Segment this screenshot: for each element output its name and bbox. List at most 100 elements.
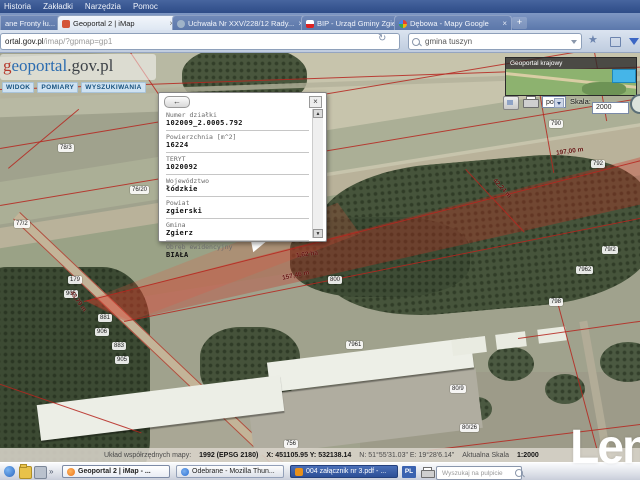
back-arrow-button[interactable]: ← <box>164 96 190 108</box>
address-bar[interactable]: ortal.gov.pl/imap/?gpmap=gp1 <box>0 33 400 50</box>
crs-value: 1992 (EPSG 2180) <box>199 451 259 459</box>
scale-label: Skala: <box>570 97 591 106</box>
building <box>451 335 487 357</box>
field-value: 102009_2.0005.792 <box>166 119 243 127</box>
field-row: Numer działki 102009_2.0005.792 <box>166 109 309 131</box>
tab-bip[interactable]: BIP - Urząd Gminy Zgierz × <box>301 15 401 31</box>
pdf-icon <box>295 467 303 476</box>
toolbar-pomiary[interactable]: POMIARY <box>37 82 79 93</box>
search-icon <box>412 37 420 46</box>
tray-printer-icon[interactable] <box>421 467 435 478</box>
field-value: 1020092 <box>166 163 198 171</box>
tab-uchwala[interactable]: Uchwała Nr XXV/228/12 Rady... × <box>172 15 308 31</box>
tab-label: Dębowa - Mapy Google <box>410 19 489 28</box>
chevron-down-icon[interactable] <box>554 98 564 108</box>
toolbar-wyszukiwania[interactable]: WYSZUKIWANIA <box>81 82 146 93</box>
minimap-forest <box>582 82 626 95</box>
scale-input[interactable] <box>592 101 629 114</box>
logo-body: eoportal <box>11 56 68 75</box>
parcel-label: 800 <box>328 276 343 284</box>
bookmark-star-icon[interactable]: ★ <box>588 33 598 46</box>
print-button[interactable] <box>523 96 539 108</box>
quicklaunch-browser-icon[interactable] <box>4 466 15 477</box>
tab-close-icon[interactable]: × <box>502 19 507 28</box>
taskbar-button-thunderbird[interactable]: Odebrane - Mozilla Thun... <box>176 465 284 478</box>
parcel-label: 883 <box>112 342 127 350</box>
layers-button[interactable] <box>503 96 519 110</box>
reload-icon[interactable]: ↻ <box>378 33 386 44</box>
tab-fronty[interactable]: ane Fronty łu... × <box>0 15 64 31</box>
menu-historia[interactable]: Historia <box>4 2 31 11</box>
field-label: Numer działki <box>166 111 217 119</box>
scale-input-wrap <box>592 96 629 114</box>
taskbar-button-label: Odebrane - Mozilla Thun... <box>192 468 275 475</box>
browser-navbar: ortal.gov.pl/imap/?gpmap=gp1 ↻ ★ <box>0 30 640 53</box>
current-scale-label: Aktualna Skala <box>462 451 509 459</box>
parcel-label: 790 <box>549 120 564 128</box>
browser-tabbar: ane Fronty łu... × Geoportal 2 | iMap × … <box>0 13 640 31</box>
tab-geoportal[interactable]: Geoportal 2 | iMap × <box>57 15 179 31</box>
popup-scrollbar[interactable]: ▲ ▼ <box>312 109 323 238</box>
browser-search[interactable] <box>408 33 582 50</box>
taskbar-button-pdf[interactable]: 004 załącznik nr 3.pdf - ... <box>290 465 398 478</box>
search-icon <box>515 469 523 477</box>
tree-cluster <box>545 374 585 404</box>
taskbar-button-geoportal[interactable]: Geoportal 2 | iMap - ... <box>62 465 170 478</box>
language-select[interactable]: pol <box>542 96 566 108</box>
taskbar: » Geoportal 2 | iMap - ... Odebrane - Mo… <box>0 462 640 480</box>
parcel-label: 76/20 <box>130 186 150 194</box>
parcel-label: 80/9 <box>450 385 466 393</box>
downloads-icon[interactable] <box>629 38 639 45</box>
search-input[interactable] <box>423 36 557 47</box>
field-row: TERYT 1020092 <box>166 153 309 175</box>
toolbar-widok[interactable]: WIDOK <box>2 82 35 93</box>
quicklaunch-desktop-icon[interactable] <box>34 466 47 479</box>
parcel-label: 7962 <box>576 266 594 274</box>
parcel-label: 179 <box>68 276 83 284</box>
new-tab-button[interactable]: + <box>512 17 527 29</box>
field-label: Powierzchnia [m^2] <box>166 133 237 141</box>
printer-icon-body <box>523 99 539 108</box>
popup-fields: Numer działki 102009_2.0005.792 Powierzch… <box>166 109 309 259</box>
field-row: Gmina Zgierz <box>166 219 309 241</box>
printer-body <box>421 470 435 478</box>
tree-cluster <box>488 347 534 381</box>
quicklaunch-overflow-chevron[interactable]: » <box>49 467 53 476</box>
field-row: Powiat zgierski <box>166 197 309 219</box>
minimap-body[interactable] <box>506 69 636 95</box>
layers-icon <box>507 100 513 105</box>
taskbar-button-label: 004 załącznik nr 3.pdf - ... <box>306 468 387 475</box>
current-scale-value: 1:2000 <box>516 451 539 459</box>
menu-narzedzia[interactable]: Narzędzia <box>85 2 121 11</box>
field-value: zgierski <box>166 207 203 215</box>
language-indicator[interactable]: PL <box>402 466 416 478</box>
minimap-extent-box[interactable] <box>612 69 636 83</box>
map-viewport[interactable]: 78/3 76/20 77/2 790 792 79/2 7962 798 80… <box>0 52 640 462</box>
parcel-label: 80/26 <box>460 424 480 432</box>
library-icon[interactable] <box>610 37 621 47</box>
field-label: Powiat <box>166 199 190 207</box>
desktop-search-input[interactable] <box>440 468 512 478</box>
parcel-label: 881 <box>98 314 113 322</box>
tab-maps[interactable]: Dębowa - Mapy Google × <box>394 15 512 31</box>
scroll-up-icon[interactable]: ▲ <box>313 109 323 118</box>
parcel-label: 906 <box>95 328 110 336</box>
page-icon <box>62 19 70 28</box>
field-value: 16224 <box>166 141 189 149</box>
chevron-down-icon[interactable] <box>571 39 577 44</box>
menu-pomoc[interactable]: Pomoc <box>133 2 158 11</box>
close-icon[interactable]: × <box>309 96 322 108</box>
field-label: TERYT <box>166 155 186 163</box>
menu-zakladki[interactable]: Zakładki <box>43 2 73 11</box>
desktop-search[interactable] <box>436 466 523 480</box>
overview-minimap[interactable]: Geoportal krajowy <box>505 57 637 96</box>
tab-label: ane Fronty łu... <box>5 19 56 28</box>
quicklaunch-folder-icon[interactable] <box>19 464 32 479</box>
address-path: /imap/?gpmap=gp1 <box>43 37 113 46</box>
minimap-title[interactable]: Geoportal krajowy <box>506 58 636 69</box>
map-statusbar: Układ współrzędnych mapy: 1992 (EPSG 218… <box>0 448 640 462</box>
globe-icon <box>177 19 185 28</box>
parcel-label: 77/2 <box>14 220 30 228</box>
scroll-down-icon[interactable]: ▼ <box>313 229 323 238</box>
browser-menubar: Historia Zakładki Narzędzia Pomoc <box>0 0 640 13</box>
